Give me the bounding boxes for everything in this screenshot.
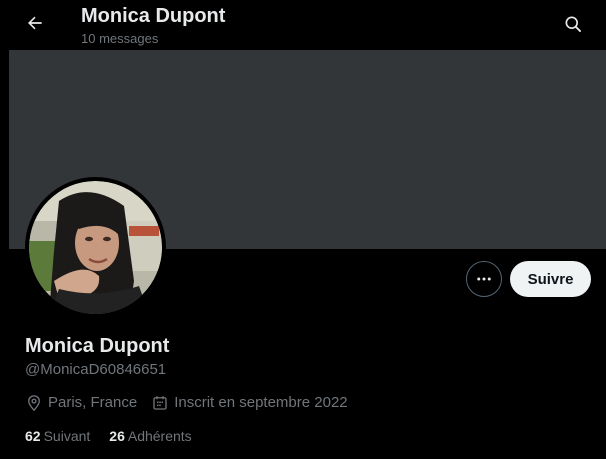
location-pin-icon — [28, 395, 40, 412]
followers-label: Adhérents — [127, 428, 192, 444]
profile-display-name: Monica Dupont — [25, 335, 170, 357]
more-horizontal-icon — [477, 277, 491, 281]
profile-handle: @MonicaD60846651 — [25, 361, 167, 378]
calendar-icon — [153, 396, 167, 410]
search-icon — [565, 16, 581, 32]
arrow-left-icon — [28, 16, 42, 30]
following-label: Suivant — [43, 428, 91, 444]
back-button[interactable] — [18, 6, 52, 40]
avatar[interactable] — [25, 177, 166, 318]
profile-location: Paris, France — [25, 393, 137, 413]
more-options-button[interactable] — [466, 261, 502, 297]
header-title: Monica Dupont — [81, 5, 226, 27]
avatar-photo — [29, 181, 162, 314]
followers-link[interactable]: 26 Adhérents — [109, 427, 191, 445]
followers-count: 26 — [109, 428, 125, 444]
profile-joined: Inscrit en septembre 2022 — [151, 393, 348, 413]
header-titles: Monica Dupont 10 messages — [81, 4, 225, 48]
profile-header: Monica Dupont 10 messages — [0, 0, 606, 50]
follow-button[interactable]: Suivre — [510, 261, 591, 297]
following-link[interactable]: 62 Suivant — [25, 427, 90, 445]
header-post-count: 10 messages — [81, 31, 159, 46]
profile-stats: 62 Suivant 26 Adhérents — [25, 427, 211, 445]
profile-meta: Paris, France Inscrit en septembre 2022 — [25, 393, 362, 413]
joined-text: Inscrit en septembre 2022 — [174, 394, 348, 411]
profile-page: Monica Dupont 10 messages Suivre Monica … — [0, 0, 606, 459]
location-text: Paris, France — [48, 394, 138, 411]
search-button[interactable] — [556, 7, 590, 41]
following-count: 62 — [25, 428, 41, 444]
